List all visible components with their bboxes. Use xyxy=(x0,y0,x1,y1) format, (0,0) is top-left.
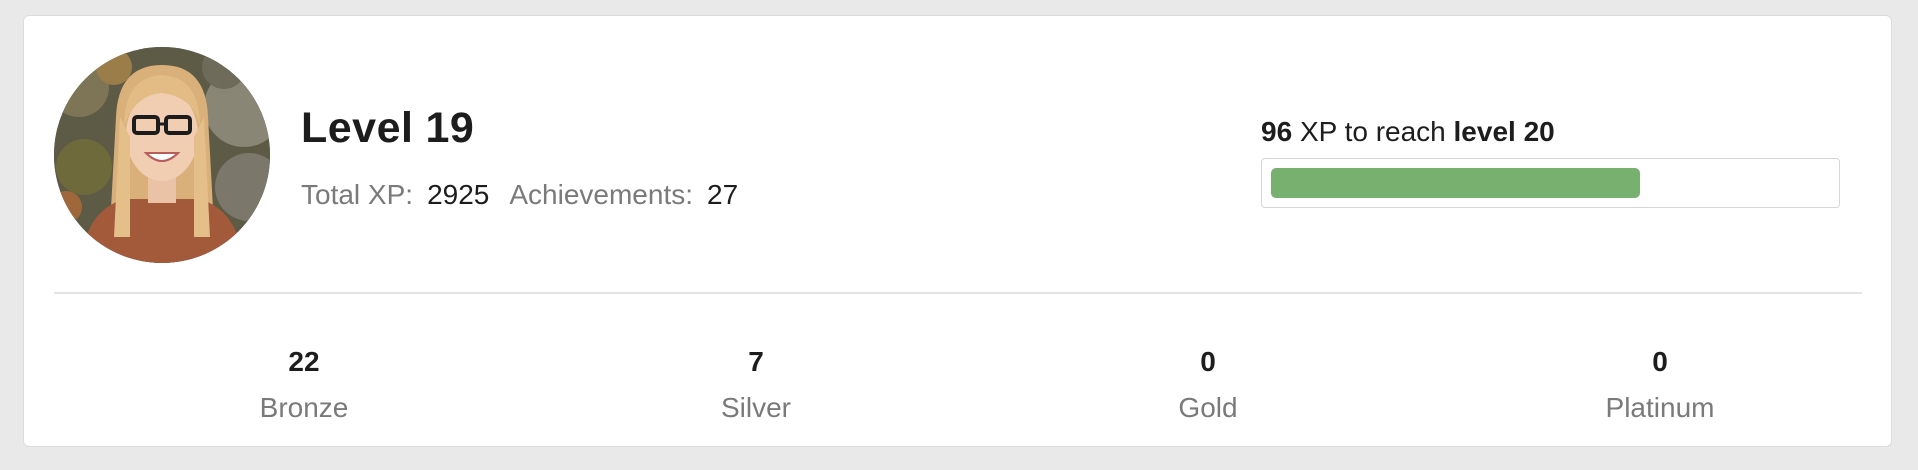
user-photo-icon xyxy=(54,47,270,263)
avatar[interactable] xyxy=(54,47,270,263)
achievements-value: 27 xyxy=(707,179,739,210)
medal-label: Silver xyxy=(720,392,791,423)
xp-progress-bar xyxy=(1261,158,1840,208)
xp-progress-text: 96 XP to reach level 20 xyxy=(1261,116,1555,148)
total-xp-value: 2925 xyxy=(427,179,490,210)
medal-count: 7 xyxy=(748,346,764,377)
medal-count: 0 xyxy=(1200,346,1216,377)
achievements-label: Achievements: xyxy=(509,179,693,210)
xp-progress-fill xyxy=(1271,168,1640,198)
profile-summary: Level 19 Total XP: 2925 Achievements: 27 96 … xyxy=(24,16,1891,292)
level-value: 19 xyxy=(425,104,475,152)
medal-count: 22 xyxy=(288,346,320,377)
xp-needed: 96 xyxy=(1261,116,1293,147)
medal-count: 0 xyxy=(1652,346,1668,377)
medal-label: Gold xyxy=(1178,392,1238,423)
profile-stats: Total XP: 2925 Achievements: 27 xyxy=(301,179,758,211)
medal-label: Bronze xyxy=(259,392,349,423)
profile-card: Level 19 Total XP: 2925 Achievements: 27 96 … xyxy=(23,15,1892,447)
medal-stats: 22 Bronze 7 Silver 0 Gold 0 Platinum xyxy=(24,294,1891,448)
medal-label: Platinum xyxy=(1605,392,1715,423)
total-xp-label: Total XP: xyxy=(301,179,414,210)
level-label: Level xyxy=(301,104,414,152)
level-heading: Level 19 xyxy=(301,104,474,153)
xp-to-reach-text: XP to reach xyxy=(1299,116,1446,147)
next-level-text: level 20 xyxy=(1453,116,1555,147)
